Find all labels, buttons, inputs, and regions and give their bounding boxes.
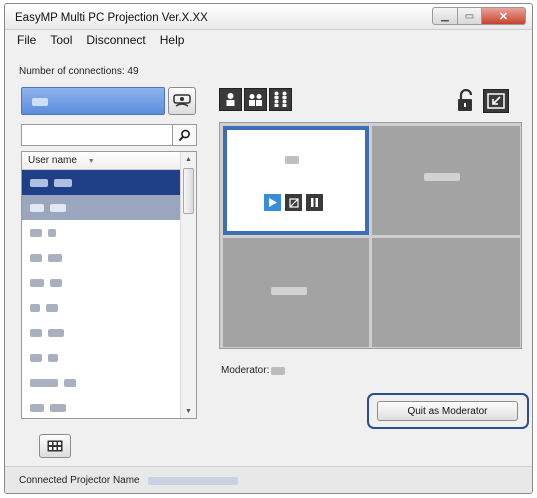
list-item[interactable] xyxy=(22,395,180,418)
lock-button[interactable] xyxy=(455,88,477,113)
window-title: EasyMP Multi PC Projection Ver.X.XX xyxy=(15,12,208,24)
list-item[interactable] xyxy=(22,320,180,345)
blurred-text xyxy=(271,366,286,375)
close-icon: ✕ xyxy=(498,10,509,23)
window-controls: ▁ ▭ ✕ xyxy=(432,7,526,25)
menu-tool[interactable]: Tool xyxy=(50,31,72,51)
projection-area[interactable] xyxy=(219,122,522,349)
projection-panel-1[interactable] xyxy=(223,126,369,235)
thumbnail-view-button[interactable] xyxy=(39,434,71,458)
list-scrollbar[interactable]: ▲ ▼ xyxy=(180,152,196,418)
scroll-up-icon[interactable]: ▲ xyxy=(181,152,196,166)
play-button[interactable] xyxy=(264,194,281,211)
padlock-icon xyxy=(458,88,473,111)
projector-button[interactable] xyxy=(168,87,196,115)
search-icon xyxy=(178,129,190,141)
menu-help[interactable]: Help xyxy=(160,31,185,51)
projection-panel-3[interactable] xyxy=(223,238,369,347)
blurred-text xyxy=(271,287,307,295)
grid-icon xyxy=(47,440,63,452)
scroll-down-icon[interactable]: ▼ xyxy=(181,404,196,418)
blurred-text xyxy=(50,203,66,212)
close-button[interactable]: ✕ xyxy=(482,7,526,25)
search-button[interactable] xyxy=(173,124,197,146)
list-item[interactable] xyxy=(22,170,180,195)
projector-icon xyxy=(173,94,191,107)
projection-panel-2[interactable] xyxy=(372,126,520,235)
connection-count: Number of connections: 49 xyxy=(19,66,139,77)
maximize-button[interactable]: ▭ xyxy=(458,7,482,25)
blurred-text xyxy=(30,403,44,412)
blurred-text xyxy=(48,253,62,262)
split-screen-button[interactable] xyxy=(244,88,267,111)
menu-disconnect[interactable]: Disconnect xyxy=(86,31,145,51)
blurred-text xyxy=(285,156,299,164)
maximize-icon: ▭ xyxy=(464,10,475,22)
user-name-column-header[interactable]: User name ▼ xyxy=(22,152,180,170)
exit-projection-button[interactable] xyxy=(483,89,509,113)
list-item[interactable] xyxy=(22,345,180,370)
blurred-text xyxy=(424,173,460,181)
search-input[interactable] xyxy=(21,124,173,146)
list-item[interactable] xyxy=(22,270,180,295)
two-persons-icon xyxy=(249,94,262,106)
blurred-text xyxy=(30,203,44,212)
single-screen-button[interactable] xyxy=(219,88,242,111)
list-item[interactable] xyxy=(22,370,180,395)
projection-panel-4[interactable] xyxy=(372,238,520,347)
status-bar: Connected Projector Name xyxy=(5,466,532,493)
blurred-text xyxy=(30,303,40,312)
scroll-thumb[interactable] xyxy=(183,168,194,214)
blurred-text xyxy=(147,476,238,485)
list-item[interactable] xyxy=(22,295,180,320)
playback-controls xyxy=(264,194,323,211)
title-bar: EasyMP Multi PC Projection Ver.X.XX ▁ ▭ … xyxy=(5,4,532,30)
quit-as-moderator-button[interactable]: Quit as Moderator xyxy=(377,401,518,421)
blurred-text xyxy=(30,253,42,262)
blurred-text xyxy=(50,403,66,412)
menu-bar: File Tool Disconnect Help xyxy=(5,31,532,51)
minimize-icon: ▁ xyxy=(441,10,449,22)
blurred-text xyxy=(48,228,56,237)
column-header-label: User name xyxy=(28,155,77,166)
blurred-text xyxy=(48,328,64,337)
quad-screen-button[interactable] xyxy=(269,88,292,111)
play-icon xyxy=(269,198,277,207)
blurred-text xyxy=(48,353,58,362)
blurred-text xyxy=(50,278,62,287)
exit-screen-icon xyxy=(487,93,505,109)
blurred-text xyxy=(64,378,76,387)
four-persons-icon xyxy=(274,91,287,107)
stop-button[interactable] xyxy=(285,194,302,211)
blurred-text xyxy=(54,178,72,187)
moderator-info: Moderator: xyxy=(221,365,286,376)
pause-button[interactable] xyxy=(306,194,323,211)
blurred-text xyxy=(30,278,44,287)
menu-file[interactable]: File xyxy=(17,31,36,51)
blurred-text xyxy=(30,353,42,362)
blurred-text xyxy=(30,378,58,387)
pause-icon xyxy=(311,198,318,207)
list-item[interactable] xyxy=(22,195,180,220)
blurred-text xyxy=(30,228,42,237)
user-rows xyxy=(22,170,180,418)
stop-projection-icon xyxy=(288,197,299,208)
blurred-text xyxy=(30,328,42,337)
blurred-text xyxy=(32,98,48,106)
blurred-text xyxy=(30,178,48,187)
single-person-icon xyxy=(226,93,235,106)
sort-arrow-icon: ▼ xyxy=(87,158,95,165)
list-item[interactable] xyxy=(22,245,180,270)
list-item[interactable] xyxy=(22,220,180,245)
user-list[interactable]: User name ▼ ▲ ▼ xyxy=(21,151,197,419)
moderator-label: Moderator: xyxy=(221,365,270,376)
app-window: EasyMP Multi PC Projection Ver.X.XX ▁ ▭ … xyxy=(4,3,533,494)
connected-projector-label: Connected Projector Name xyxy=(19,475,140,486)
quit-highlight: Quit as Moderator xyxy=(367,393,529,429)
blurred-text xyxy=(46,303,58,312)
user-selector[interactable] xyxy=(21,87,165,115)
search-bar xyxy=(21,124,197,146)
minimize-button[interactable]: ▁ xyxy=(432,7,458,25)
